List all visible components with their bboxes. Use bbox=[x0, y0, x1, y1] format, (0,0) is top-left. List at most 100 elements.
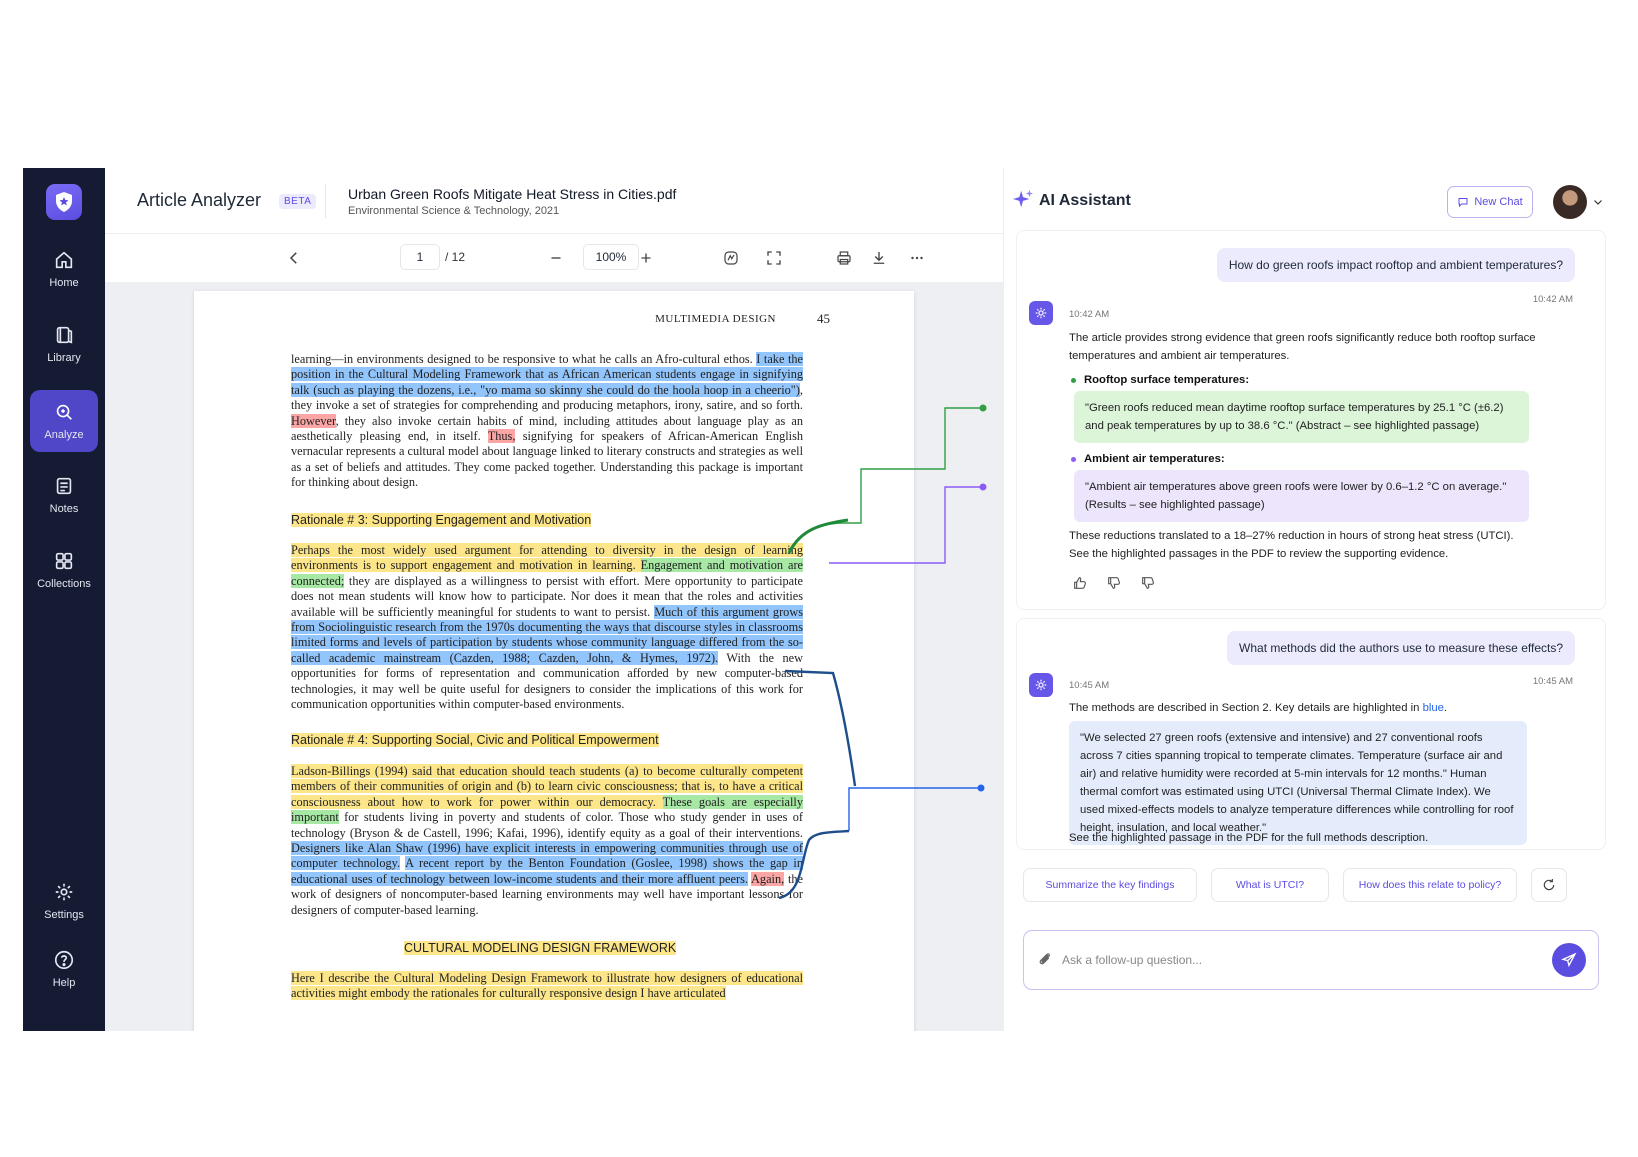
page-total: / 12 bbox=[445, 250, 466, 264]
message-time: 10:45 AM bbox=[1069, 680, 1110, 691]
fullscreen-icon bbox=[767, 251, 781, 265]
download-icon bbox=[873, 252, 885, 264]
text-run: for students living in poverty and stude… bbox=[291, 810, 803, 840]
assistant-message: The methods are described in Section 2. … bbox=[1069, 699, 1549, 717]
conversation-card: How do green roofs impact rooftop and am… bbox=[1016, 230, 1606, 610]
sidebar-item-label: Home bbox=[49, 277, 79, 289]
message-time: 10:45 AM bbox=[1532, 676, 1573, 687]
thumbs-down-icon[interactable] bbox=[1106, 575, 1122, 591]
suggestion-chip[interactable]: How does this relate to policy? bbox=[1343, 868, 1517, 902]
print-button[interactable] bbox=[830, 244, 858, 272]
paragraph-2: Perhaps the most widely used argument fo… bbox=[291, 543, 803, 712]
page-number: 45 bbox=[817, 311, 830, 326]
pdf-viewer[interactable]: MULTIMEDIA DESIGN 45 learning—in environ… bbox=[105, 282, 1003, 1031]
paperclip-icon[interactable] bbox=[1036, 950, 1054, 968]
sidebar-item-collections[interactable]: Collections bbox=[30, 539, 98, 601]
highlight-yellow[interactable]: Rationale # 3: Supporting Engagement and… bbox=[291, 513, 592, 527]
file-name: Urban Green Roofs Mitigate Heat Stress i… bbox=[348, 186, 677, 202]
sidebar-item-label: Library bbox=[47, 352, 81, 364]
text-run: The methods are described in Section 2. … bbox=[1069, 702, 1423, 714]
conversation-card: What methods did the authors use to meas… bbox=[1016, 618, 1606, 850]
document-header: Article Analyzer BETA Urban Green Roofs … bbox=[105, 168, 1003, 234]
assistant-avatar bbox=[1029, 673, 1053, 697]
zoom-out-button[interactable] bbox=[542, 244, 570, 272]
follow-up-input[interactable] bbox=[1062, 948, 1532, 972]
refresh-icon bbox=[1543, 879, 1555, 891]
sidebar: Home Library Analyze Notes Collections S… bbox=[23, 168, 105, 1031]
download-button[interactable] bbox=[865, 244, 893, 272]
app-logo[interactable] bbox=[46, 184, 82, 220]
highlight-yellow[interactable]: CULTURAL MODELING DESIGN FRAMEWORK bbox=[404, 941, 677, 955]
send-button[interactable] bbox=[1552, 943, 1586, 977]
chevron-left-icon bbox=[289, 252, 297, 264]
sidebar-item-home[interactable]: Home bbox=[30, 238, 98, 300]
shield-icon bbox=[56, 192, 72, 212]
avatar[interactable] bbox=[1553, 185, 1587, 219]
section-heading: CULTURAL MODELING DESIGN FRAMEWORK bbox=[404, 941, 677, 955]
beta-badge: BETA bbox=[279, 194, 317, 209]
library-icon bbox=[56, 326, 73, 344]
new-chat-button[interactable]: New Chat bbox=[1447, 186, 1533, 218]
more-options-button[interactable] bbox=[903, 244, 931, 272]
quote-purple[interactable]: "Ambient air temperatures above green ro… bbox=[1074, 470, 1529, 522]
highlight-yellow[interactable]: Rationale # 4: Supporting Social, Civic … bbox=[291, 733, 659, 747]
chevron-down-icon[interactable] bbox=[1592, 196, 1604, 208]
sidebar-item-library[interactable]: Library bbox=[30, 313, 98, 375]
message-time: 10:42 AM bbox=[1532, 294, 1573, 305]
quote-blue[interactable]: "We selected 27 green roofs (extensive a… bbox=[1069, 721, 1527, 845]
follow-up-input-box bbox=[1023, 930, 1599, 990]
highlight-red[interactable]: Again, bbox=[751, 871, 785, 886]
prev-page-button[interactable] bbox=[280, 244, 308, 272]
section-heading: Rationale # 4: Supporting Social, Civic … bbox=[291, 733, 659, 747]
text-run: learning—in environments designed to be … bbox=[291, 352, 757, 366]
sidebar-item-label: Analyze bbox=[44, 429, 84, 441]
blue-highlight-link[interactable]: blue bbox=[1423, 702, 1444, 714]
paragraph-1: learning—in environments designed to be … bbox=[291, 352, 803, 491]
flag-icon[interactable] bbox=[1140, 575, 1156, 591]
paragraph-4: Here I describe the Cultural Modeling De… bbox=[291, 971, 803, 1002]
highlight-red[interactable]: However bbox=[291, 413, 336, 428]
sidebar-item-label: Notes bbox=[49, 503, 79, 515]
bullet-heading: Rooftop surface temperatures: bbox=[1071, 374, 1249, 386]
new-chat-label: New Chat bbox=[1474, 196, 1523, 208]
quote-green[interactable]: "Green roofs reduced mean daytime roofto… bbox=[1074, 391, 1529, 443]
section-heading: Rationale # 3: Supporting Engagement and… bbox=[291, 513, 592, 527]
refresh-suggestions-button[interactable] bbox=[1531, 868, 1567, 902]
pdf-toolbar: 1 / 12 100% bbox=[105, 234, 1003, 282]
collections-icon bbox=[55, 552, 73, 570]
gear-icon bbox=[1035, 679, 1047, 691]
ai-scan-icon bbox=[724, 251, 738, 265]
text-run: . bbox=[1443, 702, 1448, 714]
fullscreen-button[interactable] bbox=[760, 244, 788, 272]
highlight-red[interactable]: Thus, bbox=[487, 429, 516, 444]
thumbs-up-icon[interactable] bbox=[1072, 575, 1088, 591]
assistant-avatar bbox=[1029, 301, 1053, 325]
header-divider bbox=[325, 184, 326, 218]
sidebar-item-analyze[interactable]: Analyze bbox=[30, 390, 98, 452]
user-message: How do green roofs impact rooftop and am… bbox=[1216, 248, 1575, 282]
suggestion-chip[interactable]: What is UTCI? bbox=[1211, 868, 1329, 902]
ai-scan-button[interactable] bbox=[717, 244, 745, 272]
page-number-input[interactable]: 1 bbox=[400, 244, 440, 270]
sidebar-item-settings[interactable]: Settings bbox=[30, 870, 98, 932]
analyze-icon bbox=[56, 404, 72, 420]
message-time: 10:42 AM bbox=[1069, 309, 1110, 320]
zoom-in-button[interactable] bbox=[632, 244, 660, 272]
bullet-label: Ambient air temperatures: bbox=[1084, 453, 1225, 465]
app-title: Article Analyzer bbox=[137, 190, 262, 210]
notes-icon bbox=[56, 477, 72, 495]
bullet-dot bbox=[1071, 377, 1076, 383]
zoom-level[interactable]: 100% bbox=[583, 244, 639, 270]
app-window: Home Library Analyze Notes Collections S… bbox=[23, 168, 1620, 1031]
file-subtitle: Environmental Science & Technology, 2021 bbox=[348, 205, 560, 217]
sparkle-icon bbox=[1012, 189, 1034, 208]
pdf-page: MULTIMEDIA DESIGN 45 learning—in environ… bbox=[194, 291, 914, 1031]
sidebar-item-label: Help bbox=[52, 977, 76, 989]
suggestion-chip[interactable]: Summarize the key findings bbox=[1023, 868, 1197, 902]
sidebar-item-help[interactable]: Help bbox=[30, 938, 98, 1000]
bullet-heading: Ambient air temperatures: bbox=[1071, 453, 1225, 465]
sidebar-item-notes[interactable]: Notes bbox=[30, 464, 98, 526]
ai-assistant-panel: AI Assistant New Chat How do green roofs… bbox=[1003, 168, 1620, 1031]
sidebar-item-label: Settings bbox=[44, 909, 84, 921]
highlight-yellow[interactable]: Here I describe the Cultural Modeling De… bbox=[291, 971, 803, 1001]
